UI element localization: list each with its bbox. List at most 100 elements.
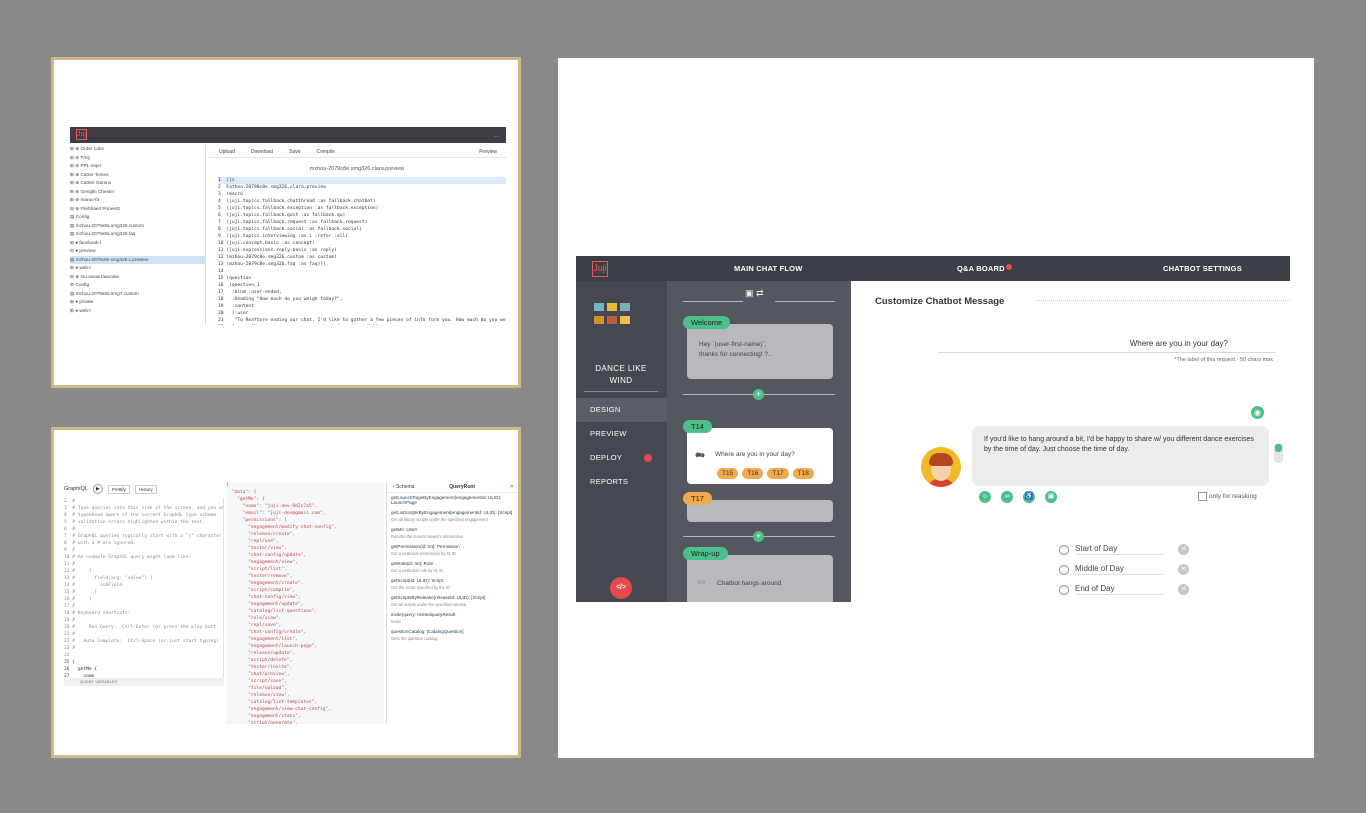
docs-field-name[interactable]: getScriptsByRelease(releaseId: ULID): [S… — [391, 595, 516, 600]
remove-option-icon[interactable]: ✕ — [1178, 584, 1189, 595]
compile-button[interactable]: Compile — [312, 148, 340, 157]
docs-field-name[interactable]: getPermission(id: Int): Permission — [391, 544, 516, 549]
option-radio[interactable] — [1059, 564, 1069, 575]
docs-field[interactable]: getScriptsByRelease(releaseId: ULID): [S… — [387, 593, 518, 610]
eye-icon[interactable]: ◉ — [1251, 406, 1264, 419]
tree-item[interactable]: ⊞ ⊕ Carten Garens — [70, 179, 205, 188]
option-label-input[interactable]: End of Day — [1075, 584, 1163, 595]
branch-chip[interactable]: T15 — [717, 468, 739, 479]
docs-field-name[interactable]: getLaunchPageByEngagement(engagementId: … — [391, 495, 516, 505]
close-icon[interactable]: ✕ — [510, 484, 514, 490]
tree-item[interactable]: ▤ mzhou-2079e8a.smg7.custom — [70, 290, 205, 299]
option-radio[interactable] — [1059, 584, 1069, 595]
link-icon[interactable]: ∞ — [1001, 491, 1013, 503]
query-editor[interactable]: 2 # 3 # Type queries into this side of th… — [64, 498, 224, 678]
tree-item[interactable]: ⚙ Config — [70, 281, 205, 290]
tree-item[interactable]: ⊟ ● preview — [70, 247, 205, 256]
code-editor[interactable]: 1 [[s 2 Fathea.20790c8e.smg326.clara.prev… — [218, 177, 506, 325]
more-menu-icon[interactable]: ... — [494, 132, 500, 139]
docs-field[interactable]: getLaunchPageByEngagement(engagementId: … — [387, 493, 518, 508]
remove-option-icon[interactable]: ✕ — [1178, 564, 1189, 575]
docs-field[interactable]: getPermission(id: Int): Permission Get a … — [387, 542, 518, 559]
wrapup-node[interactable]: Wrap-up ○○ Chatbot hangs around — [683, 547, 833, 602]
branch-chip[interactable]: T18 — [792, 468, 814, 479]
tree-item[interactable]: ⊞ ⊕ Carter Tomes — [70, 171, 205, 180]
sidebar-item-deploy[interactable]: DEPLOY — [576, 446, 667, 470]
tree-item[interactable]: ▤ Config — [70, 213, 205, 222]
t17-node[interactable]: T17 — [683, 492, 833, 522]
reask-checkbox[interactable] — [1198, 492, 1207, 501]
docs-field[interactable]: getListScriptsByEngagement(engagementId:… — [387, 508, 518, 525]
upload-button[interactable]: Upload — [214, 148, 240, 157]
query-line: 14 # subField — [64, 583, 123, 588]
result-line: "file/upload", — [226, 686, 287, 691]
sidebar-item-reports[interactable]: REPORTS — [576, 470, 667, 494]
add-node-button[interactable]: + — [753, 389, 764, 400]
run-query-button[interactable]: ▶ — [92, 484, 103, 494]
tree-item[interactable]: ⊞ ⊕ FAQ — [70, 154, 205, 163]
request-label-input[interactable]: Where are you in your day? — [938, 339, 1276, 353]
tree-item[interactable]: ⊟ ⊕ rsu.swow.taaooaw — [70, 273, 205, 282]
query-variables-bar[interactable]: QUERY VARIABLES — [64, 678, 224, 686]
branch-chip[interactable]: T16 — [742, 468, 764, 479]
tree-item[interactable]: ▤ mzhou-2079e8a.smg326.faq — [70, 230, 205, 239]
tab-main-chat-flow[interactable]: MAIN CHAT FLOW — [734, 264, 802, 273]
download-button[interactable]: Download — [246, 148, 278, 157]
emoji-icon[interactable]: ☺ — [979, 491, 991, 503]
t14-node[interactable]: T14 Where are you in your day? 🗪 T15 T16 T… — [683, 420, 833, 484]
tab-chatbot-settings[interactable]: CHATBOT SETTINGS — [1163, 264, 1242, 273]
docs-field-name[interactable]: getListScriptsByEngagement(engagementId:… — [391, 510, 516, 515]
docs-field-name[interactable]: getScript(id: ULID): Script — [391, 578, 516, 583]
result-line: "engagement/view", — [226, 560, 298, 565]
docs-field[interactable]: questionCatalog: [CatalogQuestion] Gets t… — [387, 627, 518, 644]
docs-field-name[interactable]: getRole(id: Int): Role — [391, 561, 516, 566]
docs-field-name[interactable]: getMe: User! — [391, 527, 516, 532]
tree-item[interactable]: ⊞ ● web-l — [70, 307, 205, 316]
docs-field-desc: Get a particular role by its ID. — [391, 568, 445, 573]
sidebar-item-design[interactable]: DESIGN — [576, 398, 667, 422]
welcome-node[interactable]: Welcome Hey `(user-first-name)`, thanks … — [683, 316, 833, 379]
docs-field[interactable]: getRole(id: Int): Role Get a particular r… — [387, 559, 518, 576]
save-button[interactable]: Save — [284, 148, 305, 157]
code-view-button[interactable]: </> — [610, 577, 632, 599]
message-scroll-icon[interactable] — [1274, 443, 1283, 463]
option-label-input[interactable]: Middle of Day — [1075, 564, 1163, 575]
prettify-button[interactable]: Prettify — [107, 484, 130, 494]
remove-option-icon[interactable]: ✕ — [1178, 544, 1189, 555]
docs-field[interactable]: invite(query: InvitedquaryResult Invite — [387, 610, 518, 627]
docs-field-name[interactable]: questionCatalog: [CatalogQuestion] — [391, 629, 516, 634]
reask-toggle[interactable]: only for reasking — [1198, 492, 1257, 501]
tree-item[interactable]: ⊞ ⊕ Order Labs — [70, 145, 205, 154]
query-line: 17 # — [64, 604, 76, 609]
docs-field[interactable]: getScript(id: ULID): Script Get the scrip… — [387, 576, 518, 593]
result-line: "release/view", — [226, 693, 290, 698]
sidebar-item-preview[interactable]: PREVIEW — [576, 422, 667, 446]
add-node-button[interactable]: + — [753, 531, 764, 542]
file-name: mzhou-2079c8e.smg326.clara.preview — [309, 166, 405, 172]
file-tree[interactable]: ⊞ ⊕ Order Labs ⊞ ⊕ FAQ ⊞ ⊕ PPL reqer ⊞ ⊕ Ca… — [70, 145, 206, 325]
tree-item[interactable]: ⊞ ⊕ Genglin Chester — [70, 188, 205, 197]
tree-item[interactable]: ⊞ ● web-l — [70, 264, 205, 273]
tab-qa-board[interactable]: Q&A BOARD — [957, 264, 1012, 273]
tree-item[interactable]: ⊞ ⊕ PPL reqer — [70, 162, 205, 171]
tree-item[interactable]: ▤ mzhou-2079c8e.smg326.c.preview — [70, 255, 205, 264]
bot-message-textarea[interactable]: If you'd like to hang around a bit, I'd … — [972, 426, 1269, 486]
preview-button[interactable]: Preview — [474, 148, 502, 157]
option-label-input[interactable]: Start of Day — [1075, 544, 1163, 555]
accessibility-icon[interactable]: ♿ — [1023, 491, 1035, 503]
tab-qa-board-label: Q&A BOARD — [957, 264, 1005, 273]
docs-field-name[interactable]: invite(query: InvitedquaryResult — [391, 612, 516, 617]
docs-field[interactable]: getMe: User! Returns the current viewer's… — [387, 525, 518, 542]
tree-item[interactable]: ⊞ ● private — [70, 298, 205, 307]
tree-item[interactable]: ⊟ ⊕ Filehhaed Ponesrtt — [70, 205, 205, 214]
tree-item[interactable]: ⊞ ● facebook-l — [70, 239, 205, 248]
image-icon[interactable]: ▣ — [1045, 491, 1057, 503]
tree-item[interactable]: ⊞ ⊕ maruo-fit — [70, 196, 205, 205]
history-button[interactable]: History — [134, 484, 157, 494]
flow-tools-icon[interactable]: ▣ ⇄ — [745, 288, 764, 299]
schema-back-link[interactable]: ‹ Schema — [393, 484, 414, 490]
option-radio[interactable] — [1059, 544, 1069, 555]
tree-item[interactable]: ▤ mzhou-2079e8a.smg326.custom — [70, 222, 205, 231]
result-line: "getMe": { — [226, 497, 265, 502]
branch-chip[interactable]: T17 — [767, 468, 789, 479]
